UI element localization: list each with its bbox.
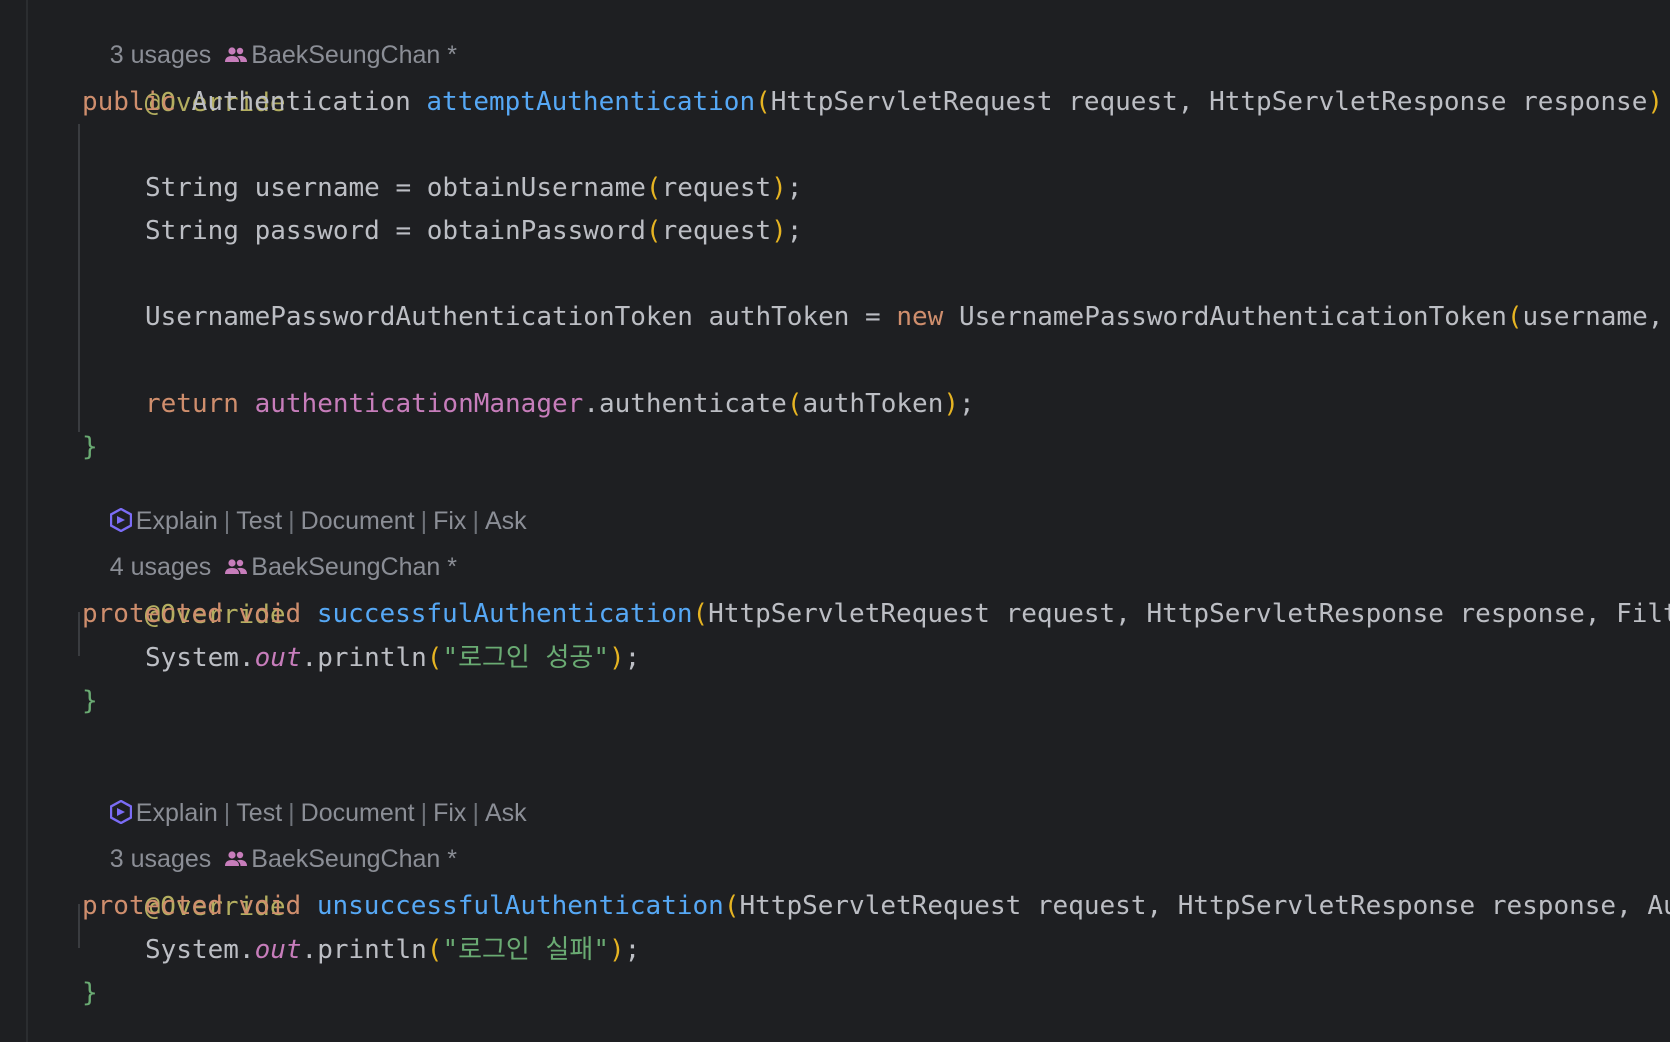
- semicolon: ;: [786, 216, 803, 246]
- code-arg: authToken: [802, 389, 944, 419]
- code-line-signature[interactable]: public Authentication attemptAuthenticat…: [82, 80, 1663, 124]
- code-line[interactable]: String password = obtainPassword(request…: [82, 209, 802, 253]
- method-name: attemptAuthentication: [426, 87, 756, 117]
- code-line[interactable]: UsernamePasswordAuthenticationToken auth…: [82, 295, 1663, 339]
- open-paren: (: [426, 643, 443, 673]
- ai-lens-bar: Explain | Test | Document | Fix | Ask: [82, 461, 527, 535]
- closing-brace: }: [82, 432, 98, 462]
- indent-guide: [78, 124, 80, 432]
- ai-action-ask[interactable]: Ask: [485, 507, 527, 535]
- ai-lens-bar: Explain | Test | Document | Fix | Ask: [82, 753, 527, 827]
- semicolon: ;: [624, 935, 641, 965]
- code-editor[interactable]: 3 usages BaekSeungChan * @Override public…: [0, 0, 1670, 1042]
- method-params: HttpServletRequest request, HttpServletR…: [770, 87, 1648, 117]
- close-paren: ): [609, 935, 625, 965]
- semicolon: ;: [959, 389, 975, 419]
- string-literal: "로그인 실패": [442, 935, 609, 965]
- code-arg: username,: [1522, 302, 1664, 332]
- ai-action-ask[interactable]: Ask: [485, 799, 527, 827]
- code-vision-hint: 3 usages BaekSeungChan *: [82, 799, 457, 873]
- closing-brace: }: [82, 686, 98, 716]
- close-paren: ): [943, 389, 960, 419]
- string-literal: "로그인 성공": [442, 643, 609, 673]
- code-line-annotation[interactable]: @Override: [82, 549, 286, 630]
- static-field: out: [254, 643, 302, 673]
- new-keyword: new: [896, 302, 944, 332]
- code-text: System.: [145, 643, 255, 673]
- code-arg: request: [661, 216, 772, 246]
- static-field: out: [254, 935, 302, 965]
- code-line-signature[interactable]: protected void unsuccessfulAuthenticatio…: [82, 884, 1670, 928]
- close-paren: ): [771, 216, 787, 246]
- modifier-keyword: protected: [82, 891, 223, 921]
- code-line[interactable]: System.out.println("로그인 성공");: [82, 636, 640, 680]
- return-type: void: [238, 891, 302, 921]
- code-text: String username = obtainUsername: [145, 173, 646, 203]
- code-text: .println: [301, 935, 427, 965]
- code-text: UsernamePasswordAuthenticationToken: [943, 302, 1507, 332]
- closing-brace: }: [82, 978, 98, 1008]
- editor-gutter: [0, 0, 28, 1042]
- close-paren: ): [771, 173, 787, 203]
- open-paren: (: [786, 389, 803, 419]
- separator: |: [472, 799, 479, 827]
- code-line[interactable]: String username = obtainUsername(request…: [82, 166, 802, 210]
- code-line[interactable]: return authenticationManager.authenticat…: [82, 382, 975, 426]
- code-text: System.: [145, 935, 255, 965]
- modifier-keyword: protected: [82, 599, 223, 629]
- close-paren: ): [1647, 87, 1664, 117]
- code-line-signature[interactable]: protected void successfulAuthentication(…: [82, 592, 1670, 636]
- code-vision-hint: 3 usages BaekSeungChan *: [82, 0, 457, 69]
- return-type: void: [238, 599, 302, 629]
- method-params: HttpServletRequest request, HttpServletR…: [739, 891, 1670, 921]
- open-paren: (: [692, 599, 709, 629]
- indent-guide: [78, 904, 80, 948]
- open-paren: (: [426, 935, 443, 965]
- close-paren: ): [609, 643, 625, 673]
- indent-guide: [78, 612, 80, 656]
- modifier-keyword: public: [82, 87, 176, 117]
- code-text: String password = obtainPassword: [145, 216, 646, 246]
- semicolon: ;: [786, 173, 803, 203]
- return-keyword: return: [145, 389, 239, 419]
- code-text: UsernamePasswordAuthenticationToken auth…: [145, 302, 897, 332]
- field-ref: authenticationManager: [254, 389, 584, 419]
- code-vision-hint: 4 usages BaekSeungChan *: [82, 507, 457, 581]
- code-line-closing-brace[interactable]: }: [82, 971, 98, 1015]
- code-line-annotation[interactable]: @Override: [82, 841, 286, 922]
- separator: |: [472, 507, 479, 535]
- method-name: unsuccessfulAuthentication: [316, 891, 724, 921]
- code-arg: request: [661, 173, 772, 203]
- code-line-closing-brace[interactable]: }: [82, 679, 98, 723]
- code-line-annotation[interactable]: @Override: [82, 37, 286, 118]
- open-paren: (: [755, 87, 771, 117]
- open-paren: (: [645, 216, 662, 246]
- open-paren: (: [645, 173, 662, 203]
- semicolon: ;: [624, 643, 641, 673]
- code-text: .authenticate: [583, 389, 787, 419]
- open-paren: (: [1506, 302, 1523, 332]
- method-name: successfulAuthentication: [316, 599, 693, 629]
- open-paren: (: [723, 891, 740, 921]
- code-text: .println: [301, 643, 427, 673]
- return-type: Authentication: [191, 87, 411, 117]
- method-params: HttpServletRequest request, HttpServletR…: [708, 599, 1670, 629]
- code-line[interactable]: System.out.println("로그인 실패");: [82, 928, 640, 972]
